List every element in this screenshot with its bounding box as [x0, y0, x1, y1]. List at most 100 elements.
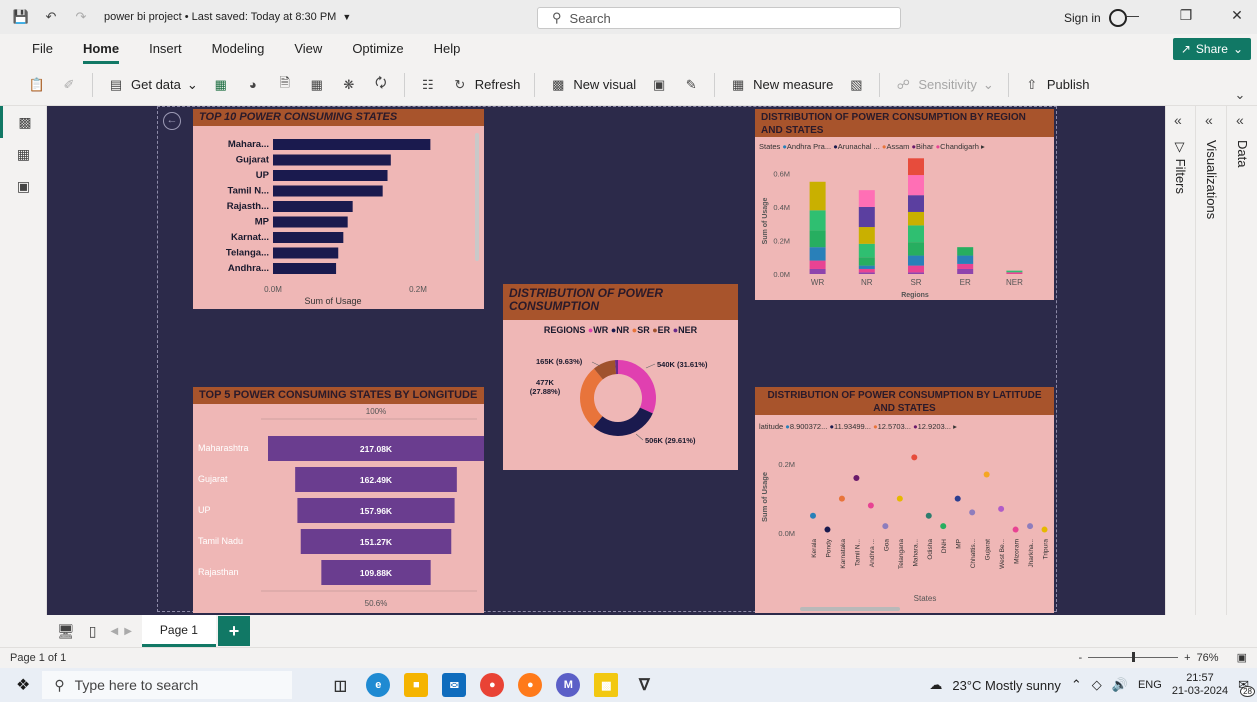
firefox-icon[interactable]: ● [518, 673, 543, 697]
table-icon: ▦ [16, 145, 31, 162]
file-explorer-icon[interactable]: ■ [404, 673, 429, 697]
table-view-button[interactable]: ▦ [0, 138, 47, 170]
more-visuals-button[interactable]: ✎ [682, 76, 700, 94]
chevron-down-icon: ⌄ [982, 76, 994, 92]
publish-button[interactable]: ⇧ Publish [1023, 76, 1089, 94]
messenger-icon[interactable]: M [556, 673, 581, 697]
tab-page-1[interactable]: Page 1 [141, 615, 216, 647]
refresh-button[interactable]: ↻ Refresh [451, 76, 520, 94]
add-page-button[interactable]: + [217, 616, 250, 646]
top10-states-visual[interactable]: TOP 10 POWER CONSUMING STATES Mahara... G… [193, 109, 484, 309]
text-box-button[interactable]: ▣ [650, 76, 668, 94]
report-view-button[interactable]: ▩ [0, 106, 47, 138]
power-bi-icon[interactable]: ▩ [594, 673, 619, 697]
close-button[interactable]: ✕ [1222, 7, 1252, 27]
quick-measure-button[interactable]: ▧ [847, 76, 865, 94]
sensitivity-button[interactable]: ☍ Sensitivity ⌄ [894, 76, 994, 94]
new-visual-button[interactable]: ▩ New visual [549, 76, 636, 94]
donut-label-er: 165K (9.63%) [536, 357, 583, 366]
tab-view[interactable]: View [294, 41, 322, 58]
sensitivity-icon: ☍ [896, 76, 910, 92]
weather-icon[interactable]: ☁ [929, 677, 942, 693]
transform-data-button[interactable]: ☷ [419, 76, 437, 94]
model-view-button[interactable]: ▣ [0, 170, 47, 202]
clock[interactable]: 21:57 21-03-2024 [1172, 672, 1228, 698]
top5-longitude-visual[interactable]: TOP 5 POWER CONSUMING STATES BY LONGITUD… [193, 387, 484, 613]
data-pane[interactable]: « Data [1226, 106, 1257, 615]
tab-help[interactable]: Help [434, 41, 461, 58]
windows-start-icon[interactable]: ❖ [16, 675, 30, 695]
enter-data-button[interactable]: ▦ [308, 76, 326, 94]
distribution-donut-visual[interactable]: DISTRIBUTION OF POWER CONSUMPTION REGION… [503, 284, 738, 470]
stack-segment [908, 211, 924, 226]
report-canvas[interactable]: ← TOP 10 POWER CONSUMING STATES Mahara..… [47, 106, 1165, 615]
tab-optimize[interactable]: Optimize [352, 41, 403, 58]
recent-sources-button[interactable]: 🗘 [372, 74, 390, 94]
tab-insert[interactable]: Insert [149, 41, 182, 58]
region-states-visual[interactable]: DISTRIBUTION OF POWER CONSUMPTION BY REG… [755, 109, 1054, 300]
onelake-button[interactable]: ◕ [244, 76, 262, 94]
visualizations-pane[interactable]: « Visualizations [1195, 106, 1226, 615]
zoom-in-button[interactable]: + [1184, 652, 1190, 664]
save-icon[interactable]: 💾 [12, 8, 30, 26]
paste-button[interactable]: 📋 [28, 76, 46, 94]
leader-line [635, 433, 644, 441]
tab-home[interactable]: Home [82, 41, 120, 64]
network-icon[interactable]: ◇ [1092, 677, 1102, 693]
filters-pane[interactable]: « ▽ Filters [1165, 106, 1195, 615]
report-page[interactable]: ← TOP 10 POWER CONSUMING STATES Mahara..… [157, 106, 1057, 613]
sql-button[interactable]: 🗎 [276, 75, 294, 94]
scroll-left-icon[interactable]: ◀ [111, 626, 119, 637]
data-pane-label[interactable]: Data [1235, 140, 1250, 167]
zoom-slider[interactable] [1088, 652, 1179, 662]
dataverse-icon: ❋ [343, 76, 355, 92]
minimize-button[interactable]: — [1117, 7, 1147, 27]
tab-modeling[interactable]: Modeling [212, 41, 265, 58]
scroll-right-icon[interactable]: ▶ [124, 626, 132, 637]
latitude-states-visual[interactable]: DISTRIBUTION OF POWER CONSUMPTION BY LAT… [755, 387, 1054, 613]
redo-icon[interactable]: ↷ [72, 8, 90, 26]
desktop-layout-icon[interactable]: 🖥 [57, 623, 75, 640]
vs-icon[interactable]: ∇ [632, 673, 656, 697]
excel-button[interactable]: ▦ [212, 76, 230, 94]
zoom-out-button[interactable]: - [1078, 652, 1082, 664]
taskbar-search[interactable]: ⚲ Type here to search [42, 671, 293, 699]
stack-segment [809, 268, 826, 274]
funnel-value-label: 109.88K [360, 568, 393, 578]
chevron-left-icon[interactable]: « [1174, 112, 1182, 128]
chevron-left-icon[interactable]: « [1205, 112, 1213, 128]
weather-text[interactable]: 23°C Mostly sunny [952, 678, 1061, 693]
horizontal-scrollbar[interactable] [800, 607, 900, 611]
collapse-ribbon-button[interactable]: ⌄ [1231, 86, 1249, 104]
volume-icon[interactable]: 🔊 [1112, 677, 1128, 693]
visualizations-pane-label[interactable]: Visualizations [1204, 140, 1219, 219]
edge-icon[interactable]: e [366, 673, 391, 697]
new-measure-button[interactable]: ▦ New measure [729, 76, 833, 94]
task-view-icon[interactable]: ◫ [328, 673, 352, 697]
search-box[interactable]: ⚲ Search [537, 7, 901, 29]
restore-button[interactable]: ❐ [1171, 7, 1201, 27]
back-arrow-icon[interactable]: ← [163, 112, 181, 130]
filters-pane-label[interactable]: ▽ Filters [1173, 140, 1188, 194]
status-bar: Page 1 of 1 - + 76% ▣ [0, 647, 1257, 668]
bar [273, 154, 391, 166]
chevron-left-icon[interactable]: « [1236, 112, 1244, 128]
dataverse-button[interactable]: ❋ [340, 76, 358, 94]
zoom-slider-knob[interactable] [1132, 652, 1136, 662]
notifications-icon[interactable]: ✉ 28 [1238, 677, 1255, 697]
undo-icon[interactable]: ↶ [42, 8, 60, 26]
recent-icon: 🗘 [374, 74, 387, 90]
chevron-up-icon[interactable]: ⌃ [1071, 677, 1082, 693]
fit-to-page-icon[interactable]: ▣ [1237, 651, 1247, 664]
share-button[interactable]: ↗ Share ⌄ [1172, 38, 1251, 60]
get-data-button[interactable]: ▤ Get data ⌄ [107, 76, 198, 94]
mobile-layout-icon[interactable]: ▯ [89, 623, 97, 640]
tab-file[interactable]: File [32, 41, 53, 58]
mail-icon[interactable]: ✉ [442, 673, 467, 697]
language-indicator[interactable]: ENG [1138, 679, 1162, 691]
document-title[interactable]: power bi project • Last saved: Today at … [104, 11, 351, 23]
scrollbar[interactable] [475, 133, 479, 261]
format-painter-button[interactable]: ✐ [60, 76, 78, 94]
chrome-icon[interactable]: ● [480, 673, 505, 697]
funnel-value-label: 162.49K [360, 475, 393, 485]
